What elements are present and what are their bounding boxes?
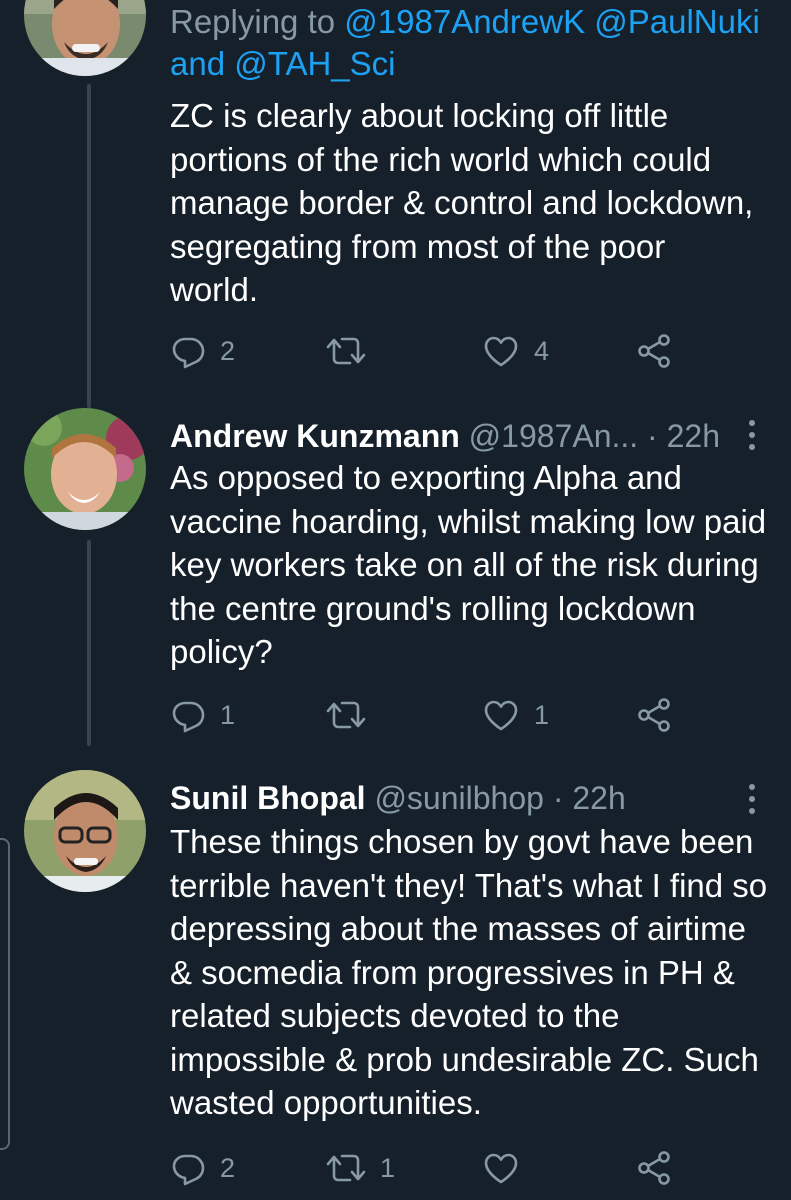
tweet-actions: 2 4 — [170, 329, 690, 373]
avatar[interactable] — [24, 408, 146, 530]
retweet-icon — [326, 337, 366, 365]
like-count: 1 — [534, 699, 550, 730]
author-name[interactable]: Sunil Bhopal — [170, 780, 366, 816]
like-button[interactable] — [482, 1146, 534, 1190]
tweet-text-line: related subjects devoted to the — [170, 997, 620, 1034]
tweet-text-line: As opposed to exporting Alpha and — [170, 459, 682, 496]
tweet-text-line: ZC is clearly about locking off little — [170, 97, 669, 134]
reply-button[interactable]: 2 — [170, 1146, 235, 1190]
reply-mentions[interactable]: @1987AndrewK @PaulNuki — [344, 3, 760, 40]
retweet-button[interactable]: 1 — [326, 1146, 395, 1190]
tweet-text: As opposed to exporting Alpha and vaccin… — [170, 456, 770, 674]
replying-to-label: Replying to — [170, 3, 336, 40]
replying-to-line-2: and @TAH_Sci — [170, 42, 395, 86]
reply-button[interactable]: 2 — [170, 329, 235, 373]
reply-icon — [172, 337, 205, 369]
reply-button[interactable]: 1 — [170, 693, 235, 737]
tweet-actions: 1 1 — [170, 693, 690, 737]
like-button[interactable]: 4 — [482, 329, 549, 373]
tweet-text-line: These things chosen by govt have been — [170, 823, 754, 860]
avatar[interactable] — [24, 0, 146, 76]
retweet-icon — [326, 1154, 366, 1182]
edge-scroll-handle[interactable] — [0, 838, 10, 1150]
replying-to-line: Replying to @1987AndrewK @PaulNuki — [170, 0, 760, 44]
retweet-count: 1 — [380, 1152, 396, 1183]
tweet-text: ZC is clearly about locking off little p… — [170, 94, 770, 312]
share-icon — [638, 1151, 670, 1185]
separator-dot: · — [647, 418, 658, 454]
like-count: 4 — [534, 335, 550, 366]
tweet-text: These things chosen by govt have been te… — [170, 820, 770, 1125]
tweet-timestamp[interactable]: 22h — [667, 418, 720, 454]
tweet-text-line: manage border & control and lockdown, — [170, 184, 754, 221]
tweet-text-line: wasted opportunities. — [170, 1084, 482, 1121]
retweet-button[interactable] — [326, 329, 380, 373]
thread-connector-line — [87, 540, 91, 746]
tweet-header: Sunil Bhopal @sunilbhop · 22h — [170, 776, 626, 820]
tweet-text-line: impossible & prob undesirable ZC. Such — [170, 1040, 759, 1078]
tweet-timestamp[interactable]: 22h — [572, 780, 625, 816]
avatar[interactable] — [24, 770, 146, 892]
more-options-icon[interactable] — [747, 784, 757, 820]
more-options-icon[interactable] — [747, 420, 757, 456]
tweet-text-line: policy? — [170, 633, 273, 670]
like-button[interactable]: 1 — [482, 693, 549, 737]
author-handle[interactable]: @1987An... — [469, 418, 638, 454]
author-handle[interactable]: @sunilbhop — [374, 780, 543, 816]
reply-count: 2 — [220, 335, 236, 366]
tweet-text-line: segregating from most of the poor — [170, 227, 666, 265]
tweet-text-line: vaccine hoarding, whilst making low paid — [170, 502, 767, 540]
share-button[interactable] — [636, 693, 672, 737]
like-icon — [484, 1153, 518, 1184]
separator-dot: · — [552, 780, 564, 816]
author-name[interactable]: Andrew Kunzmann — [170, 418, 460, 454]
tweet-actions: 2 1 — [170, 1146, 690, 1190]
tweet-text-line: key workers take on all of the risk duri… — [170, 546, 759, 583]
like-icon — [484, 336, 518, 367]
share-icon — [638, 334, 670, 368]
replying-and-word: and — [170, 45, 226, 82]
tweet-text-line: depressing about the masses of airtime — [170, 910, 746, 947]
reply-count: 2 — [220, 1152, 236, 1183]
share-button[interactable] — [636, 329, 672, 373]
reply-count: 1 — [220, 699, 236, 730]
tweet-header: Andrew Kunzmann @1987An... · 22h — [170, 414, 720, 458]
reply-icon — [172, 701, 205, 733]
retweet-icon — [326, 701, 366, 729]
share-icon — [638, 698, 670, 732]
tweet-text-line: the centre ground's rolling lockdown — [170, 589, 696, 627]
like-icon — [484, 700, 518, 731]
share-button[interactable] — [636, 1146, 672, 1190]
reply-mention-tah-sci[interactable]: @TAH_Sci — [234, 45, 395, 82]
reply-icon — [172, 1154, 205, 1186]
tweet-text-line: terrible haven't they! That's what I fin… — [170, 866, 768, 904]
tweet-text-line: world. — [170, 271, 259, 308]
tweet-text-line: & socmedia from progressives in PH & — [170, 953, 735, 991]
retweet-button[interactable] — [326, 693, 380, 737]
thread-connector-line — [87, 84, 91, 408]
tweet-text-line: portions of the rich world which could — [170, 140, 712, 178]
